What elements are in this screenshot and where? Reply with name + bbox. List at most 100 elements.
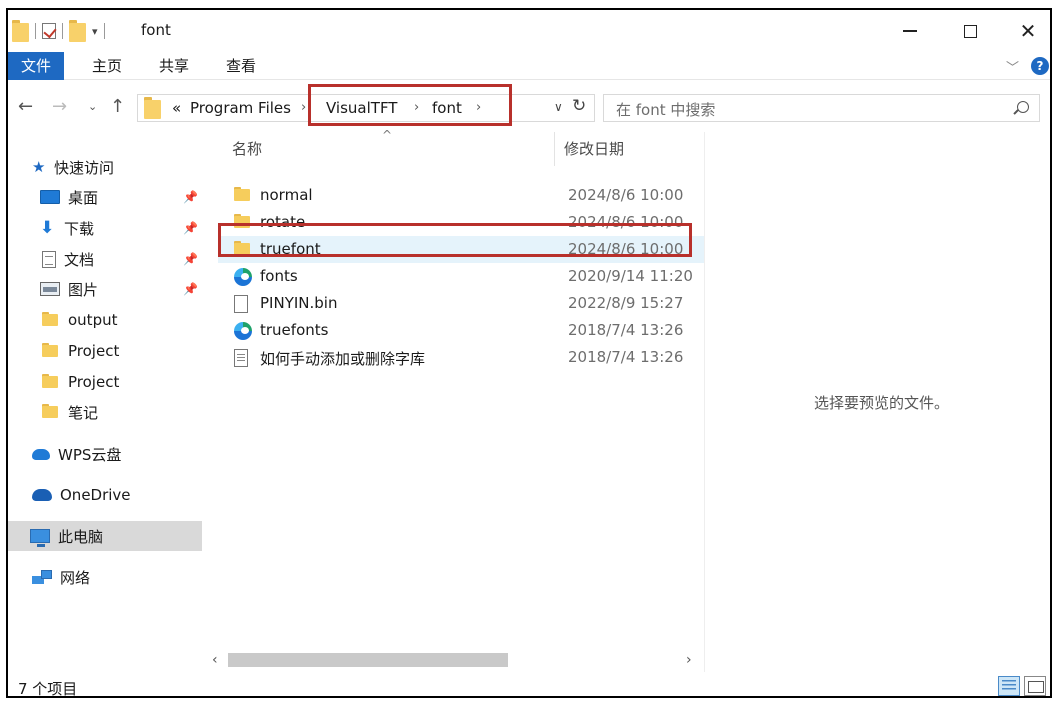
sidebar-item-notes[interactable]: 笔记 bbox=[8, 397, 202, 427]
file-date: 2022/8/9 15:27 bbox=[568, 294, 684, 312]
folder-icon bbox=[12, 20, 29, 42]
file-list: ^ 名称 修改日期 normal 2024/8/6 10:00 rotate 2… bbox=[204, 128, 704, 672]
file-name: fonts bbox=[260, 267, 298, 285]
close-button[interactable]: ✕ bbox=[1006, 16, 1050, 46]
file-date: 2020/9/14 11:20 bbox=[568, 267, 693, 285]
folder-icon bbox=[234, 241, 252, 259]
table-row[interactable]: truefont 2024/8/6 10:00 bbox=[218, 236, 704, 263]
refresh-icon[interactable]: ↻ bbox=[572, 96, 586, 116]
table-row[interactable]: 如何手动添加或删除字库 2018/7/4 13:26 bbox=[218, 344, 704, 371]
tab-view[interactable]: 查看 bbox=[216, 52, 266, 80]
column-header-name[interactable]: 名称 bbox=[232, 138, 262, 159]
table-row[interactable]: fonts 2020/9/14 11:20 bbox=[218, 263, 704, 290]
sidebar-item-label: 文档 bbox=[64, 250, 95, 269]
table-row[interactable]: rotate 2024/8/6 10:00 bbox=[218, 209, 704, 236]
sidebar-item-downloads[interactable]: ⬇ 下载 📌 bbox=[8, 213, 202, 243]
search-box[interactable]: 在 font 中搜索 bbox=[603, 94, 1040, 122]
tab-file[interactable]: 文件 bbox=[8, 52, 64, 80]
address-dropdown-icon[interactable]: ∨ bbox=[554, 100, 563, 114]
expand-ribbon-icon[interactable]: ﹀ bbox=[1006, 57, 1019, 76]
new-folder-icon[interactable] bbox=[69, 20, 86, 42]
column-divider[interactable] bbox=[554, 132, 555, 166]
maximize-icon bbox=[963, 24, 977, 38]
edge-icon bbox=[234, 322, 252, 340]
item-count: 7 个项目 bbox=[18, 680, 78, 698]
sidebar-item-project-2[interactable]: Project bbox=[8, 367, 202, 397]
search-icon[interactable] bbox=[1017, 101, 1029, 113]
folder-icon bbox=[144, 97, 161, 119]
pin-icon[interactable]: 📌 bbox=[183, 190, 198, 204]
search-placeholder: 在 font 中搜索 bbox=[616, 101, 716, 119]
file-name: 如何手动添加或删除字库 bbox=[260, 350, 426, 368]
scrollbar-thumb[interactable] bbox=[228, 653, 508, 667]
table-row[interactable]: truefonts 2018/7/4 13:26 bbox=[218, 317, 704, 344]
chevron-right-icon[interactable]: › bbox=[414, 100, 419, 115]
file-name: truefonts bbox=[260, 321, 329, 339]
sidebar-item-pictures[interactable]: 图片 📌 bbox=[8, 274, 202, 304]
navigation-bar: ← → ⌄ ↑ « Program Files › VisualTFT › fo… bbox=[8, 90, 1050, 124]
sidebar-item-label: 桌面 bbox=[68, 188, 99, 207]
recent-locations-icon[interactable]: ⌄ bbox=[88, 100, 97, 113]
status-bar: 7 个项目 bbox=[8, 674, 1050, 698]
window-title: font bbox=[141, 21, 171, 39]
file-date: 2018/7/4 13:26 bbox=[568, 348, 684, 366]
file-name: truefont bbox=[260, 240, 321, 258]
pin-icon[interactable]: 📌 bbox=[183, 252, 198, 266]
properties-icon[interactable] bbox=[42, 23, 56, 39]
preview-divider[interactable] bbox=[704, 132, 705, 672]
pictures-icon bbox=[40, 282, 60, 296]
breadcrumb-visualtft[interactable]: VisualTFT bbox=[326, 99, 397, 117]
minimize-button[interactable] bbox=[888, 16, 932, 46]
sidebar-item-label: OneDrive bbox=[60, 486, 131, 504]
forward-arrow-icon[interactable]: → bbox=[52, 96, 67, 117]
file-name: PINYIN.bin bbox=[260, 294, 338, 312]
folder-icon bbox=[234, 187, 252, 205]
sidebar-item-wps-cloud[interactable]: WPS云盘 bbox=[8, 439, 202, 469]
sidebar-item-desktop[interactable]: 桌面 📌 bbox=[8, 182, 202, 212]
back-arrow-icon[interactable]: ← bbox=[18, 96, 33, 117]
pin-icon[interactable]: 📌 bbox=[183, 282, 198, 296]
sidebar-item-output[interactable]: output bbox=[8, 305, 202, 335]
cloud-icon bbox=[32, 448, 50, 460]
desktop-icon bbox=[40, 190, 60, 204]
horizontal-scrollbar[interactable]: ‹ › bbox=[204, 650, 704, 672]
scroll-right-icon[interactable]: › bbox=[686, 652, 692, 668]
title-bar: ▾ font ✕ bbox=[8, 10, 1050, 52]
sidebar-item-quick-access[interactable]: ★ 快速访问 bbox=[8, 152, 202, 182]
address-bar[interactable]: « Program Files › VisualTFT › font › ∨ ↻ bbox=[137, 94, 595, 122]
sidebar-item-this-pc[interactable]: 此电脑 bbox=[8, 521, 202, 551]
edge-icon bbox=[234, 268, 252, 286]
sidebar-item-label: 下载 bbox=[64, 219, 95, 238]
help-icon[interactable]: ? bbox=[1031, 57, 1049, 75]
large-icons-view-button[interactable] bbox=[1024, 676, 1046, 696]
file-date: 2024/8/6 10:00 bbox=[568, 186, 684, 204]
chevron-right-icon[interactable]: › bbox=[476, 100, 481, 115]
minimize-icon bbox=[903, 30, 917, 32]
quick-access-toolbar: ▾ bbox=[12, 20, 111, 42]
maximize-button[interactable] bbox=[948, 16, 992, 46]
up-arrow-icon[interactable]: ↑ bbox=[110, 96, 125, 117]
tab-home[interactable]: 主页 bbox=[82, 52, 132, 80]
table-row[interactable]: normal 2024/8/6 10:00 bbox=[218, 182, 704, 209]
file-date: 2018/7/4 13:26 bbox=[568, 321, 684, 339]
sidebar-item-label: output bbox=[68, 311, 118, 329]
breadcrumb-program-files[interactable]: Program Files bbox=[190, 99, 291, 117]
column-header-date-modified[interactable]: 修改日期 bbox=[564, 138, 624, 159]
customize-toolbar-icon[interactable]: ▾ bbox=[92, 25, 98, 38]
sidebar-item-label: 图片 bbox=[68, 280, 99, 299]
text-file-icon bbox=[234, 349, 248, 367]
sidebar-item-onedrive[interactable]: OneDrive bbox=[8, 480, 202, 510]
pin-icon[interactable]: 📌 bbox=[183, 221, 198, 235]
network-icon bbox=[32, 570, 52, 584]
tab-share[interactable]: 共享 bbox=[149, 52, 199, 80]
sidebar-item-project[interactable]: Project bbox=[8, 336, 202, 366]
chevron-right-icon[interactable]: › bbox=[301, 100, 306, 115]
sidebar-item-label: 网络 bbox=[60, 568, 91, 587]
breadcrumb-font[interactable]: font bbox=[432, 99, 462, 117]
details-view-button[interactable] bbox=[998, 676, 1020, 696]
breadcrumb-overflow[interactable]: « bbox=[172, 99, 181, 117]
scroll-left-icon[interactable]: ‹ bbox=[212, 652, 218, 668]
table-row[interactable]: PINYIN.bin 2022/8/9 15:27 bbox=[218, 290, 704, 317]
sidebar-item-documents[interactable]: 文档 📌 bbox=[8, 244, 202, 274]
sidebar-item-network[interactable]: 网络 bbox=[8, 562, 202, 592]
